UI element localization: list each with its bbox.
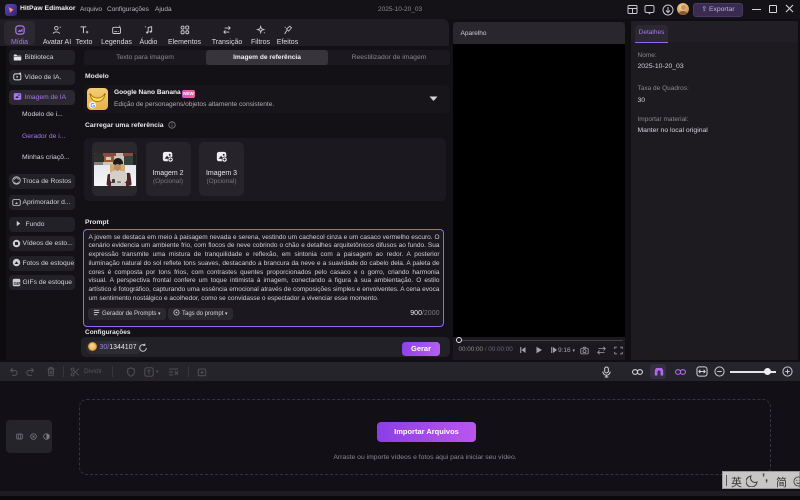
svg-text:GIF: GIF xyxy=(13,280,21,285)
svg-text:G: G xyxy=(90,104,95,110)
